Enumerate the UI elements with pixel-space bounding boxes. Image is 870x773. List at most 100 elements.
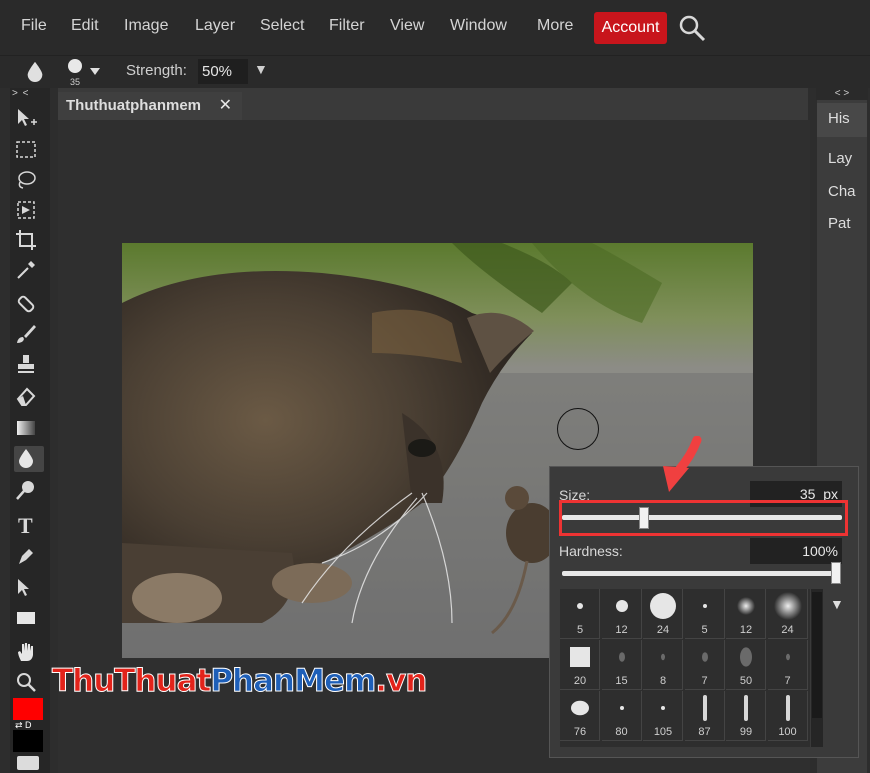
drop-icon[interactable] [14, 446, 44, 472]
menu-more[interactable]: More [537, 17, 573, 35]
brush-preset[interactable]: 12 [726, 589, 766, 639]
brush-preset-swatch [577, 603, 583, 609]
document-tab[interactable]: Thuthuatphanmem ✕ [58, 92, 242, 120]
foreground-color-swatch[interactable] [13, 698, 43, 720]
search-icon[interactable] [678, 14, 706, 42]
brush-preset-swatch [619, 706, 624, 710]
photo-editor-app: File Edit Image Layer Select Filter View… [0, 0, 870, 773]
crop-icon[interactable] [14, 228, 44, 254]
channels-panel-label[interactable]: Cha [828, 183, 856, 200]
brush-preset[interactable]: 100 [767, 691, 808, 741]
menu-window[interactable]: Window [450, 17, 507, 35]
layers-panel-label[interactable]: Lay [828, 150, 852, 167]
menu-layer[interactable]: Layer [195, 17, 235, 35]
brush-preset[interactable]: 76 [560, 691, 600, 741]
sponge-icon[interactable] [14, 478, 44, 504]
brush-preset-size: 80 [615, 726, 628, 738]
path-select-icon[interactable] [14, 576, 44, 602]
brush-preset-swatch [571, 700, 589, 716]
hardness-label: Hardness: [559, 543, 623, 559]
brush-preset-size: 50 [739, 675, 753, 687]
brush-preset-size: 99 [739, 726, 753, 738]
paths-panel-label[interactable]: Pat [828, 215, 851, 232]
brush-preset-swatch [785, 653, 790, 661]
brush-preset-size: 8 [659, 675, 667, 687]
type-icon[interactable]: T [14, 512, 44, 538]
stamp-icon[interactable] [14, 352, 44, 378]
brush-preset[interactable]: 50 [726, 640, 766, 690]
menubar: File Edit Image Layer Select Filter View… [0, 0, 870, 56]
brush-preset-size: 12 [615, 624, 628, 636]
eraser-icon[interactable] [14, 384, 44, 410]
wand-icon[interactable] [14, 198, 44, 224]
strength-dropdown-icon[interactable]: ▼ [254, 61, 268, 77]
brush-size-dropdown[interactable]: 35 [64, 58, 108, 87]
document-tab-title: Thuthuatphanmem [66, 97, 201, 114]
brush-preset-swatch [618, 652, 625, 662]
brush-preset-swatch [785, 695, 790, 721]
brush-preset[interactable]: 80 [601, 691, 642, 741]
panel-collapse[interactable]: < > [816, 88, 868, 100]
strength-label: Strength: [126, 62, 187, 79]
brush-preset[interactable]: 8 [643, 640, 683, 690]
brush-preset[interactable]: 24 [643, 589, 683, 639]
menu-edit[interactable]: Edit [71, 17, 99, 35]
brush-preset-size: 7 [784, 675, 791, 687]
heal-icon[interactable] [14, 292, 44, 318]
strength-input[interactable]: 50% [198, 59, 248, 84]
brush-preset-swatch [661, 653, 665, 661]
hardness-input[interactable]: 100% [750, 538, 842, 564]
brush-preset[interactable]: 5 [684, 589, 725, 639]
account-button[interactable]: Account [594, 12, 667, 44]
brush-preset[interactable]: 12 [601, 589, 642, 639]
brush-icon[interactable] [14, 322, 44, 348]
brush-preset[interactable]: 5 [560, 589, 600, 639]
watermark-logo: ThuThuatPhanMem.vn [51, 663, 427, 700]
hardness-slider-thumb[interactable] [831, 562, 841, 584]
size-highlight-box [559, 500, 848, 536]
brush-preset-size: 5 [576, 624, 584, 636]
brush-preset-swatch [650, 593, 676, 619]
hand-icon[interactable] [14, 640, 44, 666]
preset-menu-icon[interactable]: ▼ [830, 596, 844, 612]
move-icon[interactable] [14, 106, 44, 132]
brush-preset[interactable]: 99 [726, 691, 766, 741]
brush-size-label: 35 [70, 77, 80, 86]
brush-cursor [557, 408, 599, 450]
brush-preset-size: 105 [653, 726, 673, 738]
brush-preset-swatch [615, 600, 628, 612]
brush-preset[interactable]: 20 [560, 640, 600, 690]
brush-preset[interactable]: 24 [767, 589, 808, 639]
close-icon[interactable]: ✕ [219, 92, 232, 120]
brush-preset[interactable]: 7 [684, 640, 725, 690]
gradient-icon[interactable] [14, 416, 44, 442]
brush-preset-swatch [661, 706, 665, 710]
menu-view[interactable]: View [390, 17, 424, 35]
menu-select[interactable]: Select [260, 17, 304, 35]
menu-filter[interactable]: Filter [329, 17, 365, 35]
pen-icon[interactable] [14, 544, 44, 570]
quick-mask-icon[interactable] [17, 756, 39, 770]
brush-preset-size: 20 [573, 675, 587, 687]
brush-preset-size: 12 [739, 624, 753, 636]
preset-scrollbar-thumb[interactable] [812, 592, 822, 718]
brush-preset[interactable]: 15 [601, 640, 642, 690]
brush-preset[interactable]: 7 [767, 640, 808, 690]
toolbar-collapse[interactable]: > < [12, 88, 29, 99]
brush-preset[interactable]: 105 [643, 691, 683, 741]
lasso-icon[interactable] [14, 168, 44, 194]
brush-preset[interactable]: 87 [684, 691, 725, 741]
history-panel-label[interactable]: His [828, 110, 850, 127]
brush-preset-swatch [570, 647, 590, 667]
brush-preset-swatch [702, 695, 707, 721]
menu-image[interactable]: Image [124, 17, 168, 35]
shape-icon[interactable] [14, 606, 44, 632]
brush-preset-swatch [773, 592, 802, 620]
background-color-swatch[interactable] [13, 730, 43, 752]
marquee-icon[interactable] [14, 138, 44, 164]
eyedropper-icon[interactable] [14, 258, 44, 284]
hardness-slider-track[interactable] [562, 571, 838, 576]
zoom-icon[interactable] [14, 670, 44, 696]
menu-file[interactable]: File [21, 17, 47, 35]
svg-text:T: T [18, 513, 33, 536]
